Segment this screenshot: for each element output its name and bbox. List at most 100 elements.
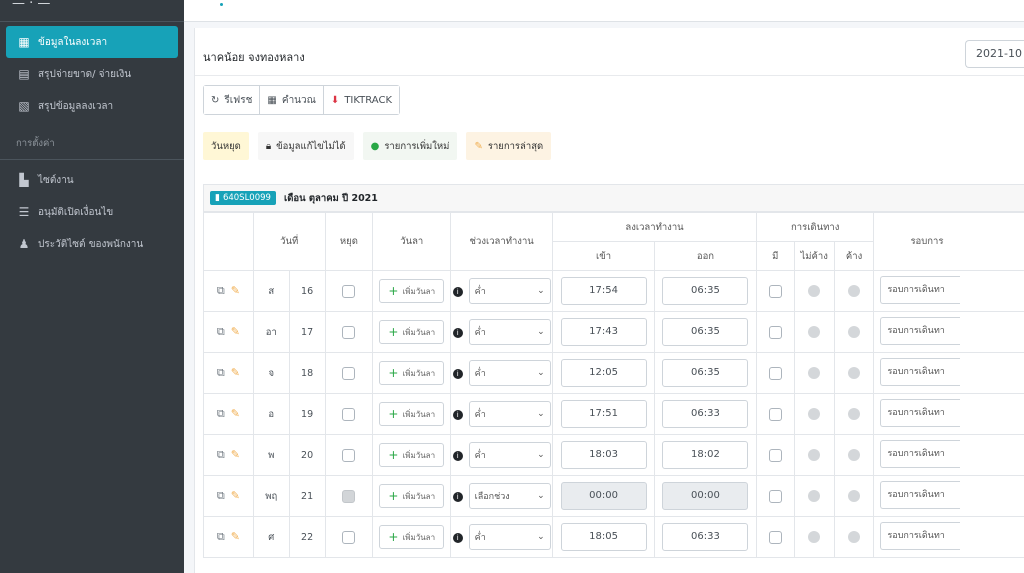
no-overnight-radio[interactable]: [808, 285, 821, 297]
edit-icon[interactable]: ✎: [231, 284, 240, 297]
add-leave-button[interactable]: + เพิ่มวันลา: [379, 279, 445, 303]
edit-icon[interactable]: ✎: [231, 366, 240, 379]
copy-icon[interactable]: ⧉: [217, 530, 225, 543]
trip-round-select[interactable]: รอบการเดินทา: [880, 398, 961, 427]
row-actions: ⧉ ✎: [203, 516, 254, 558]
no-overnight-radio[interactable]: [808, 531, 821, 543]
copy-icon[interactable]: ⧉: [217, 489, 225, 502]
no-overnight-radio[interactable]: [808, 449, 821, 461]
in-time-input[interactable]: 18:05: [560, 523, 647, 551]
users-history-icon: ♟: [18, 237, 30, 251]
in-time-input[interactable]: 17:51: [560, 400, 647, 428]
holiday-checkbox[interactable]: [342, 530, 356, 544]
calculate-button[interactable]: ▦ คำนวณ: [260, 86, 324, 114]
edit-icon[interactable]: ✎: [231, 325, 240, 338]
trip-cell: รอบการเดินทา: [873, 434, 1024, 476]
overnight-radio[interactable]: [848, 490, 861, 502]
overnight-header: ค้าง: [833, 241, 875, 271]
sidebar-item-time-summary[interactable]: ▧ สรุปข้อมูลลงเวลา: [6, 90, 178, 122]
overnight-cell: [833, 311, 875, 353]
travel-checkbox[interactable]: [768, 448, 782, 462]
in-time-cell: 12:05: [552, 352, 656, 394]
refresh-button[interactable]: ↻ รีเฟรช: [204, 86, 261, 114]
tiktrack-button[interactable]: ⬇ TIKTRACK: [323, 86, 400, 114]
sidebar-item-time-records[interactable]: ▦ ข้อมูลในลงเวลา: [6, 26, 178, 58]
period-select[interactable]: ค่ำ ⌄: [468, 442, 551, 468]
add-leave-button[interactable]: + เพิ่มวันลา: [379, 320, 445, 344]
out-time-input[interactable]: 06:35: [662, 318, 749, 346]
period-select[interactable]: ค่ำ ⌄: [468, 360, 551, 386]
travel-checkbox[interactable]: [768, 366, 782, 380]
holiday-cell: [324, 475, 374, 517]
out-time-input[interactable]: 06:35: [662, 277, 749, 305]
travel-checkbox[interactable]: [768, 407, 782, 421]
add-leave-button[interactable]: + เพิ่มวันลา: [379, 484, 445, 508]
overnight-radio[interactable]: [848, 326, 861, 338]
out-time-input[interactable]: 06:33: [662, 400, 749, 428]
edit-icon[interactable]: ✎: [231, 489, 240, 502]
holiday-checkbox[interactable]: [342, 284, 356, 298]
copy-icon[interactable]: ⧉: [217, 284, 225, 297]
overnight-radio[interactable]: [848, 408, 861, 420]
plus-icon: +: [388, 284, 399, 298]
out-time-input[interactable]: 00:00: [662, 482, 749, 510]
legend-holiday: วันหยุด: [203, 132, 249, 160]
no-overnight-radio[interactable]: [808, 408, 821, 420]
travel-checkbox[interactable]: [768, 489, 782, 503]
travel-checkbox[interactable]: [768, 530, 782, 544]
overnight-radio[interactable]: [848, 531, 861, 543]
table-row: ⧉ ✎ พ 20 + เพิ่มวันลา i ค่ำ ⌄ 18:03 18:02 รอบการเดิ…: [203, 434, 1024, 476]
no-overnight-radio[interactable]: [808, 367, 821, 379]
trip-round-select[interactable]: รอบการเดินทา: [880, 521, 961, 550]
sidebar-item-employee-site-history[interactable]: ♟ ประวัติไซต์ ของพนักงาน: [6, 228, 178, 260]
edit-icon[interactable]: ✎: [231, 530, 240, 543]
trip-round-select[interactable]: รอบการเดินทา: [880, 316, 961, 345]
add-leave-button[interactable]: + เพิ่มวันลา: [379, 525, 445, 549]
period-select[interactable]: ค่ำ ⌄: [468, 319, 551, 345]
travel-checkbox[interactable]: [768, 325, 782, 339]
copy-icon[interactable]: ⧉: [217, 325, 225, 338]
edit-icon[interactable]: ✎: [231, 448, 240, 461]
holiday-checkbox[interactable]: [342, 325, 356, 339]
no-overnight-cell: [793, 393, 835, 435]
edit-icon[interactable]: ✎: [231, 407, 240, 420]
holiday-checkbox[interactable]: [342, 448, 356, 462]
trip-round-select[interactable]: รอบการเดินทา: [880, 357, 961, 386]
period-select[interactable]: ค่ำ ⌄: [468, 278, 551, 304]
period-select[interactable]: ค่ำ ⌄: [468, 524, 551, 550]
overnight-radio[interactable]: [848, 367, 861, 379]
in-time-input[interactable]: 17:43: [560, 318, 647, 346]
overnight-radio[interactable]: [848, 285, 861, 297]
in-time-input[interactable]: 12:05: [560, 359, 647, 387]
copy-icon[interactable]: ⧉: [217, 366, 225, 379]
add-leave-button[interactable]: + เพิ่มวันลา: [379, 402, 445, 426]
in-time-input[interactable]: 17:54: [560, 277, 647, 305]
copy-icon[interactable]: ⧉: [217, 448, 225, 461]
info-icon: i: [452, 491, 463, 502]
holiday-checkbox[interactable]: [342, 489, 356, 503]
sidebar-item-approve-conditions[interactable]: ☰ อนุมัติเปิดเงื่อนไข: [6, 196, 178, 228]
overnight-radio[interactable]: [848, 449, 861, 461]
in-time-input[interactable]: 18:03: [560, 441, 647, 469]
out-time-input[interactable]: 06:35: [662, 359, 749, 387]
sidebar-item-payment-summary[interactable]: ▤ สรุปจ่ายขาด/ จ่ายเงิน: [6, 58, 178, 90]
month-input[interactable]: 2021-10: [965, 40, 1024, 68]
trip-round-select[interactable]: รอบการเดินทา: [880, 439, 961, 468]
no-overnight-radio[interactable]: [808, 326, 821, 338]
trip-round-select[interactable]: รอบการเดินทา: [880, 275, 961, 304]
holiday-checkbox[interactable]: [342, 366, 356, 380]
holiday-checkbox[interactable]: [342, 407, 356, 421]
period-select[interactable]: เลือกช่วง ⌄: [468, 483, 551, 509]
add-leave-button[interactable]: + เพิ่มวันลา: [379, 443, 445, 467]
travel-has-cell: [755, 475, 795, 517]
out-time-input[interactable]: 18:02: [662, 441, 749, 469]
sidebar-item-worksites[interactable]: ▙ ไซต์งาน: [6, 164, 178, 196]
period-select[interactable]: ค่ำ ⌄: [468, 401, 551, 427]
in-time-input[interactable]: 00:00: [560, 482, 647, 510]
trip-round-select[interactable]: รอบการเดินทา: [880, 480, 961, 509]
no-overnight-radio[interactable]: [808, 490, 821, 502]
out-time-input[interactable]: 06:33: [662, 523, 749, 551]
copy-icon[interactable]: ⧉: [217, 407, 225, 420]
travel-checkbox[interactable]: [768, 284, 782, 298]
add-leave-button[interactable]: + เพิ่มวันลา: [379, 361, 445, 385]
